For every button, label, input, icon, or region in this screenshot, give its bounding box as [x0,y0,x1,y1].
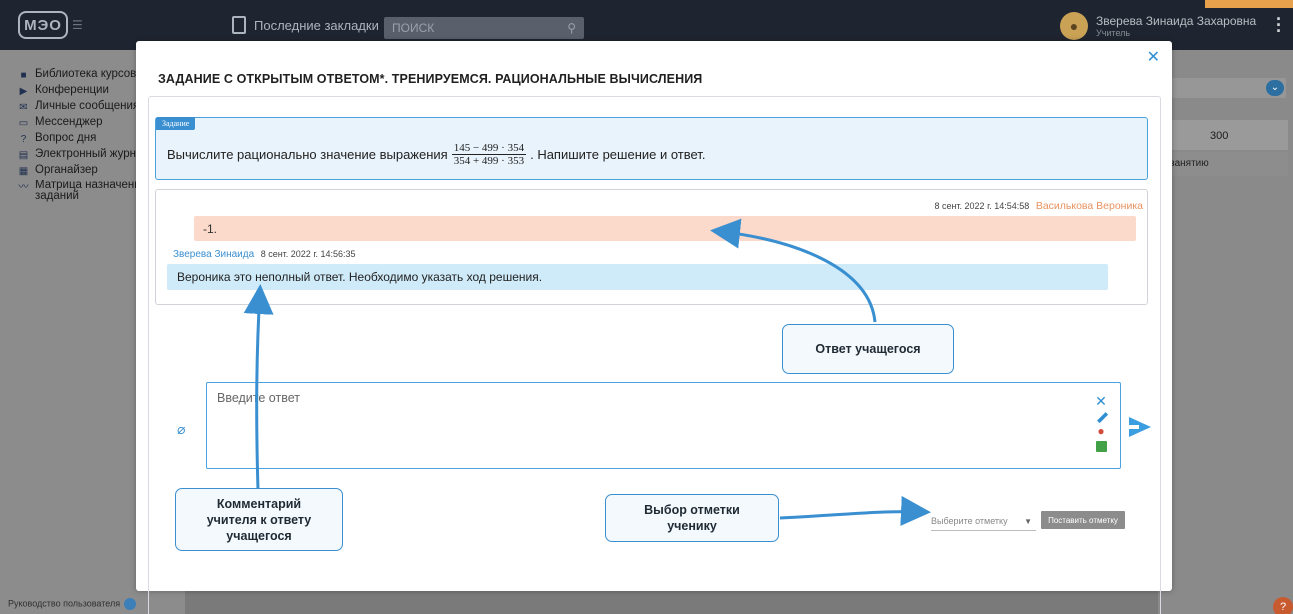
callout-grade-choice-line1: Выбор отметки [644,503,740,517]
callout-teacher-comment-line2: учителя к ответу [206,512,312,527]
callout-teacher-comment: Комментарий учителя к ответу учащегося [175,488,343,551]
callout-student-answer: Ответ учащегося [782,324,954,374]
arrow-teacher-comment [243,284,274,491]
callout-teacher-comment-line3: учащегося [226,528,292,543]
arrow-student-answer [710,218,877,323]
callout-grade-choice: Выбор отметки ученику [605,494,779,542]
callout-teacher-comment-line1: Комментарий [216,496,302,511]
callout-grade-choice-line2: ученику [667,519,717,533]
arrow-grade-choice [779,495,931,526]
callout-student-answer-text: Ответ учащегося [815,342,921,356]
